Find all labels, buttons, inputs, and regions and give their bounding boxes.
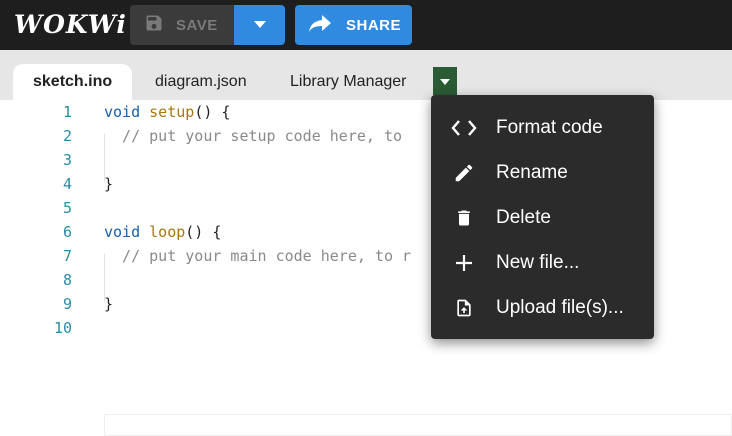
- share-button-label: SHARE: [346, 16, 402, 34]
- file-context-menu: Format code Rename Delete New file... Up…: [431, 95, 654, 339]
- line-number: 4: [62, 175, 72, 193]
- wokwi-logo[interactable]: WOKWi: [14, 6, 127, 42]
- file-menu-dropdown[interactable]: [433, 67, 457, 95]
- tab-sketch-ino[interactable]: sketch.ino: [13, 64, 133, 100]
- line-number: 2: [62, 127, 72, 145]
- menu-item-rename[interactable]: Rename: [431, 150, 654, 195]
- save-options-dropdown[interactable]: [234, 5, 285, 45]
- code-token: // put your main code here, to r: [104, 247, 412, 265]
- menu-item-delete[interactable]: Delete: [431, 195, 654, 240]
- line-number: 6: [62, 223, 72, 241]
- menu-item-label: Delete: [496, 206, 551, 228]
- save-button[interactable]: SAVE: [130, 5, 234, 45]
- code-token: () {: [185, 223, 222, 241]
- plus-icon: [431, 254, 496, 272]
- share-button[interactable]: SHARE: [295, 5, 412, 45]
- code-token: // put your setup code here, to: [104, 127, 412, 145]
- current-line-highlight: [104, 414, 732, 436]
- code-text: // put your main code here, to r: [104, 244, 411, 268]
- caret-down-icon: [440, 72, 450, 90]
- caret-down-icon: [253, 16, 266, 34]
- line-number: 8: [62, 271, 72, 289]
- code-brackets-icon: [431, 119, 496, 137]
- line-number: 10: [53, 319, 72, 337]
- code-token: void: [104, 103, 141, 121]
- share-arrow-icon: [308, 13, 332, 37]
- menu-item-label: Upload file(s)...: [496, 296, 624, 318]
- floppy-disk-icon: [144, 13, 164, 37]
- menu-item-label: Format code: [496, 116, 603, 138]
- code-token: setup: [149, 103, 195, 121]
- code-text: void loop() {: [104, 220, 221, 244]
- menu-item-label: Rename: [496, 161, 568, 183]
- code-text: }: [104, 292, 113, 316]
- code-token: }: [104, 295, 114, 313]
- trash-icon: [431, 207, 496, 229]
- code-text: // put your setup code here, to: [104, 124, 411, 148]
- line-number: 3: [62, 151, 72, 169]
- code-token: void: [104, 223, 141, 241]
- tab-diagram-json[interactable]: diagram.json: [155, 64, 247, 100]
- code-text: }: [104, 172, 113, 196]
- line-number: 5: [62, 199, 72, 217]
- line-number: 9: [62, 295, 72, 313]
- code-token: () {: [194, 103, 231, 121]
- upload-file-icon: [431, 296, 496, 320]
- menu-item-format-code[interactable]: Format code: [431, 105, 654, 150]
- code-text: void setup() {: [104, 100, 230, 124]
- menu-item-upload-files[interactable]: Upload file(s)...: [431, 285, 654, 330]
- line-number: 7: [62, 247, 72, 265]
- save-button-label: SAVE: [176, 16, 218, 34]
- menu-item-label: New file...: [496, 251, 580, 273]
- tab-library-manager[interactable]: Library Manager: [290, 64, 407, 100]
- top-bar: WOKWi SAVE SHARE: [0, 0, 732, 50]
- line-number: 1: [62, 103, 72, 121]
- menu-item-new-file[interactable]: New file...: [431, 240, 654, 285]
- code-token: loop: [149, 223, 186, 241]
- save-button-group: SAVE: [130, 5, 285, 45]
- pencil-icon: [431, 162, 496, 184]
- code-token: }: [104, 175, 114, 193]
- file-tab-bar: sketch.ino diagram.json Library Manager: [0, 50, 732, 100]
